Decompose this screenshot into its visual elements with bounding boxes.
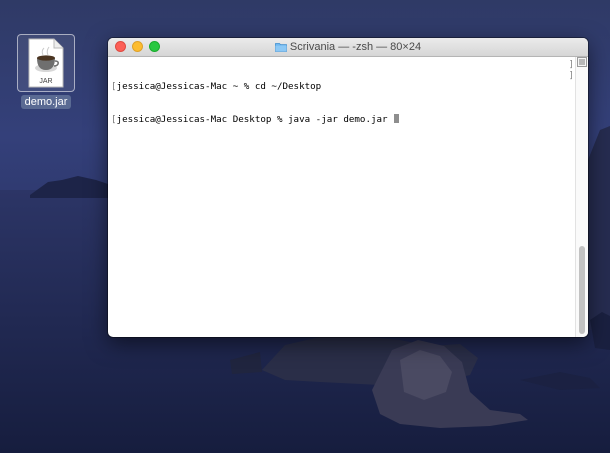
- desktop: JAR demo.jar Scrivania — -zsh — 80×24 [j…: [0, 0, 610, 453]
- file-name-label: demo.jar: [20, 95, 72, 109]
- terminal-output[interactable]: [jessica@Jessicas-Mac ~ % cd ~/Desktop […: [108, 57, 576, 337]
- java-jar-file-icon: JAR: [28, 38, 64, 88]
- terminal-window[interactable]: Scrivania — -zsh — 80×24 [jessica@Jessic…: [108, 38, 588, 337]
- right-mark: ]: [568, 59, 574, 70]
- title-bar[interactable]: Scrivania — -zsh — 80×24: [108, 38, 588, 57]
- terminal-line-2: [jessica@Jessicas-Mac Desktop % java -ja…: [111, 114, 576, 125]
- marks-menu-icon[interactable]: [577, 57, 587, 67]
- text-cursor: [394, 114, 400, 123]
- desktop-file-demo-jar[interactable]: JAR demo.jar: [16, 34, 76, 110]
- vertical-scrollbar[interactable]: [575, 57, 588, 337]
- folder-icon: [275, 43, 287, 52]
- window-title-text: Scrivania — -zsh — 80×24: [289, 41, 422, 53]
- jar-badge: JAR: [39, 78, 52, 85]
- terminal-line-1: [jessica@Jessicas-Mac ~ % cd ~/Desktop: [111, 81, 576, 92]
- terminal-line-text: jessica@Jessicas-Mac Desktop % java -jar…: [116, 114, 394, 125]
- terminal-line-text: jessica@Jessicas-Mac ~ % cd ~/Desktop: [116, 81, 322, 92]
- window-title: Scrivania — -zsh — 80×24: [108, 38, 588, 56]
- right-mark: ]: [568, 70, 574, 81]
- scroll-thumb[interactable]: [579, 246, 585, 334]
- file-icon-frame: JAR: [17, 34, 75, 92]
